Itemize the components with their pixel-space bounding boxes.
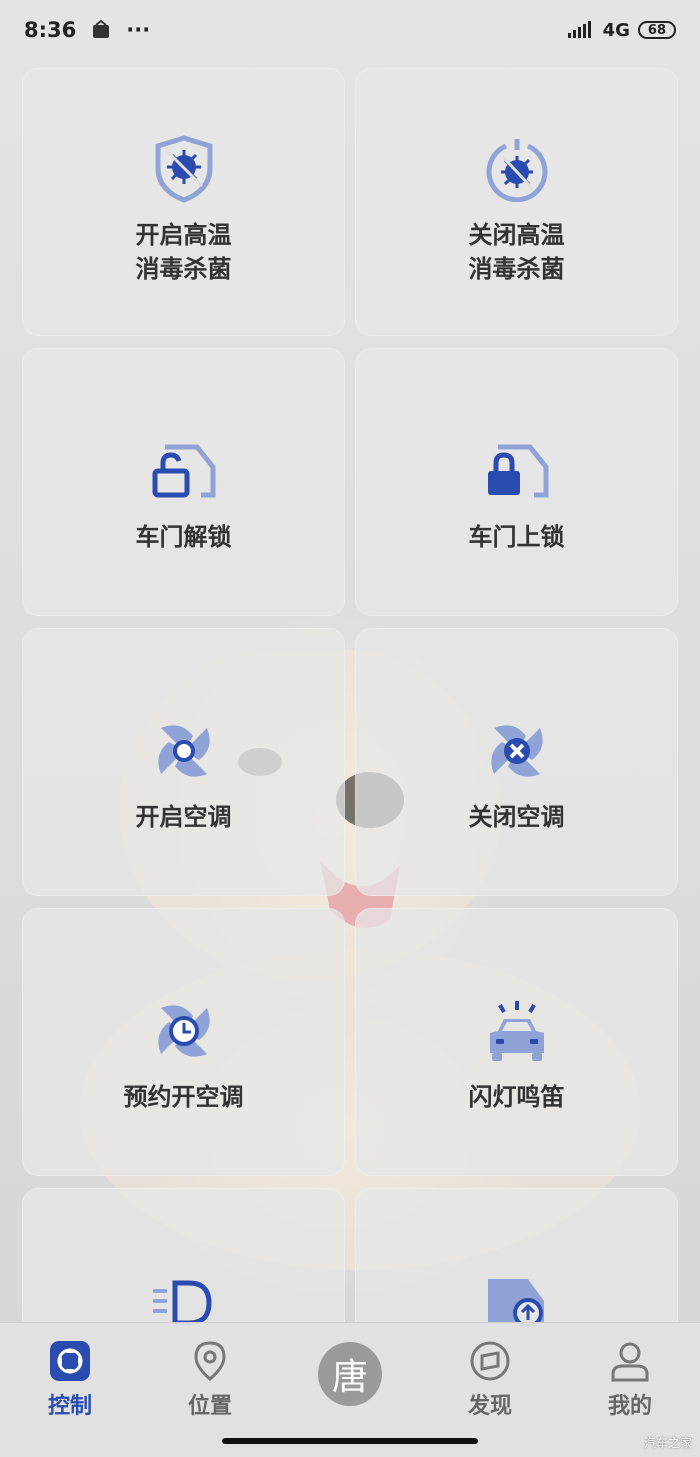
card-label: 车门上锁 xyxy=(468,523,565,551)
shield-virus-icon xyxy=(149,134,219,204)
watermark: 汽车之家 xyxy=(643,1436,692,1450)
control-card-8[interactable] xyxy=(22,1188,345,1328)
card-label: 闪灯鸣笛 xyxy=(468,1083,565,1111)
tab-location[interactable]: 位置 xyxy=(160,1340,260,1420)
control-card-7[interactable]: 闪灯鸣笛 xyxy=(355,908,678,1176)
control-card-0[interactable]: 开启高温 消毒杀菌 xyxy=(22,68,345,336)
car-flash-icon xyxy=(482,996,552,1066)
status-dots: ··· xyxy=(126,18,151,42)
control-card-5[interactable]: 关闭空调 xyxy=(355,628,678,896)
status-bar: 8:36 ··· 4G 68 xyxy=(0,0,700,60)
card-label: 预约开空调 xyxy=(123,1083,244,1111)
control-icon xyxy=(50,1341,90,1381)
door-lock-icon xyxy=(482,436,552,506)
headlight-icon xyxy=(149,1276,219,1328)
card-label: 开启空调 xyxy=(135,803,232,831)
center-brand-button[interactable]: 唐 xyxy=(318,1342,382,1406)
signal-icon xyxy=(567,21,591,38)
home-indicator[interactable] xyxy=(222,1438,478,1444)
control-card-3[interactable]: 车门上锁 xyxy=(355,348,678,616)
location-icon xyxy=(194,1341,226,1381)
discover-icon xyxy=(470,1341,510,1381)
fan-off-icon xyxy=(482,716,552,786)
network-type: 4G xyxy=(602,19,630,41)
notification-icon xyxy=(93,19,110,38)
card-label: 关闭高温 消毒杀菌 xyxy=(468,221,565,283)
tab-profile[interactable]: 我的 xyxy=(580,1340,680,1420)
status-time: 8:36 xyxy=(24,18,77,42)
card-label: 开启高温 消毒杀菌 xyxy=(135,221,232,283)
power-virus-icon xyxy=(482,134,552,204)
control-card-9[interactable] xyxy=(355,1188,678,1328)
control-card-2[interactable]: 车门解锁 xyxy=(22,348,345,616)
card-label: 车门解锁 xyxy=(135,523,232,551)
tab-discover[interactable]: 发现 xyxy=(440,1340,540,1420)
control-card-6[interactable]: 预约开空调 xyxy=(22,908,345,1176)
tab-control[interactable]: 控制 xyxy=(20,1340,120,1420)
fan-on-icon xyxy=(149,716,219,786)
battery-indicator: 68 xyxy=(637,21,676,39)
control-card-1[interactable]: 关闭高温 消毒杀菌 xyxy=(355,68,678,336)
profile-icon xyxy=(611,1342,649,1382)
window-up-icon xyxy=(482,1272,552,1328)
control-card-4[interactable]: 开启空调 xyxy=(22,628,345,896)
card-label: 关闭空调 xyxy=(468,803,565,831)
door-unlock-icon xyxy=(149,436,219,506)
fan-clock-icon xyxy=(149,996,219,1066)
